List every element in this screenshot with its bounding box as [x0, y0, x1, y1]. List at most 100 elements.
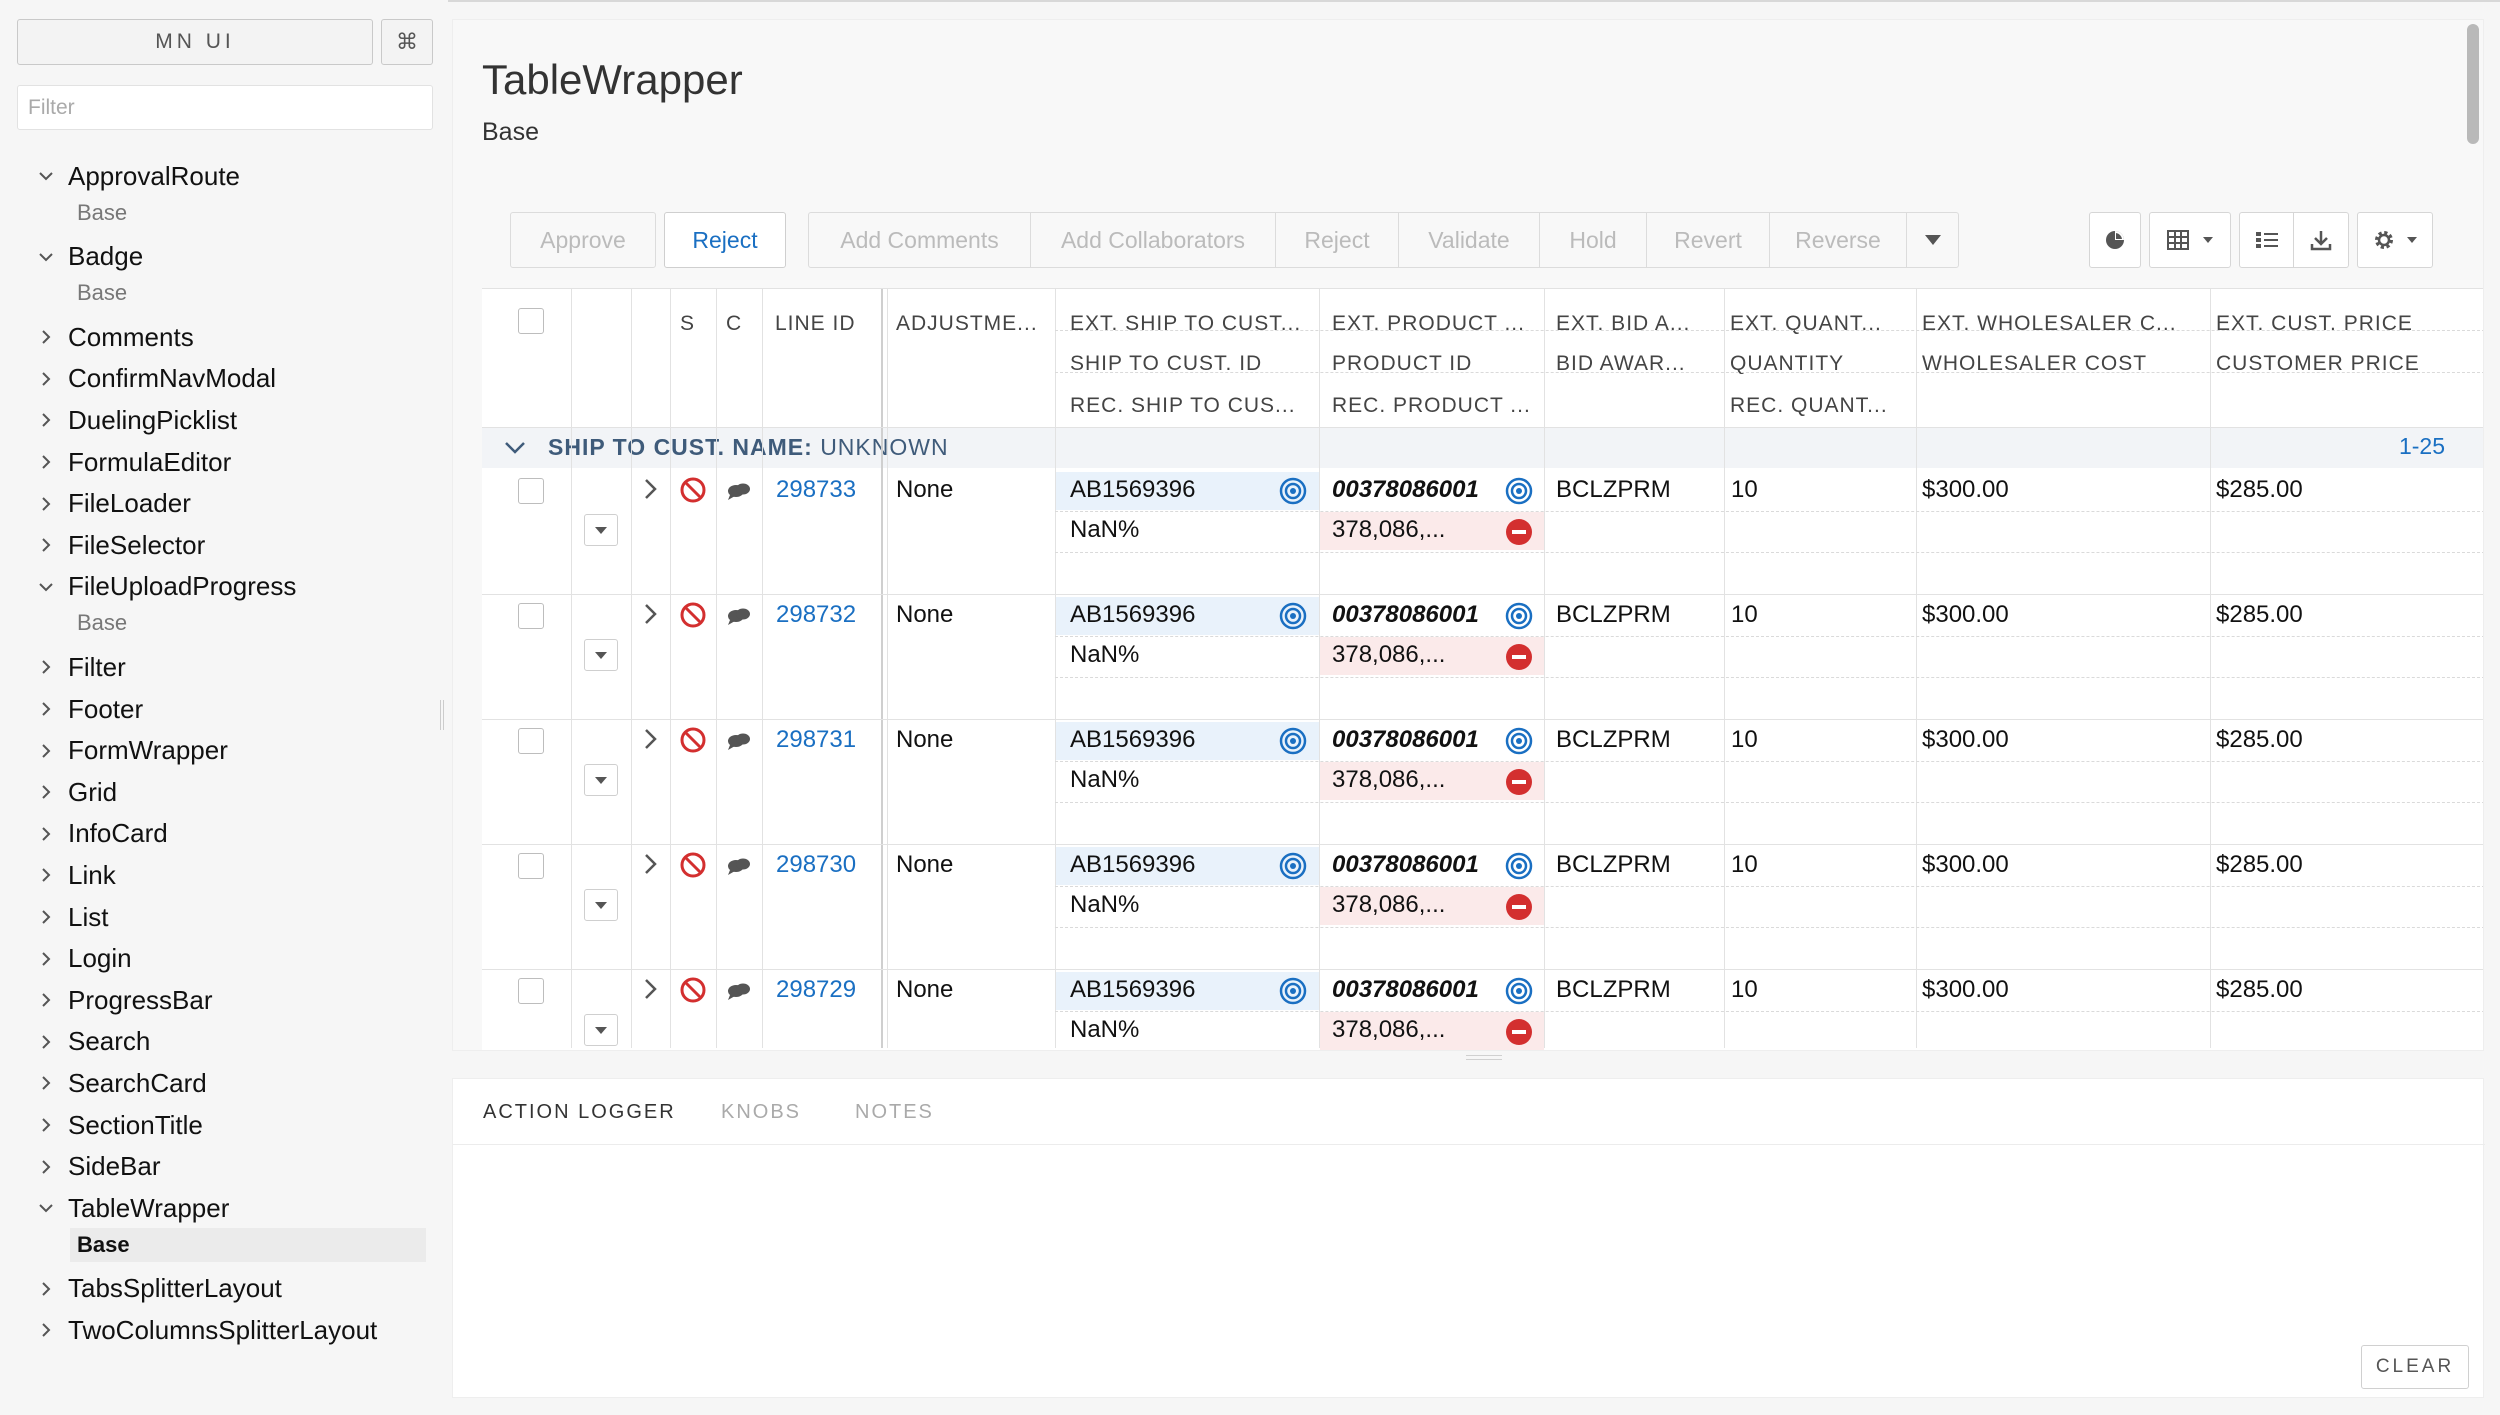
- row-checkbox[interactable]: [518, 478, 544, 504]
- line-id-link[interactable]: 298732: [776, 601, 856, 629]
- group-row[interactable]: SHIP TO CUST. NAME: UNKNOWN 1-25: [482, 428, 2483, 468]
- column-header-ext-quantity[interactable]: EXT. QUANT...: [1730, 312, 1920, 336]
- sidebar-title-button[interactable]: MN UI: [17, 19, 373, 65]
- pane-resize-handle[interactable]: [1466, 1055, 1502, 1060]
- approve-button[interactable]: Approve: [510, 212, 656, 268]
- chevron-right-icon[interactable]: [36, 369, 56, 389]
- sidebar-item-infocard[interactable]: InfoCard: [0, 815, 448, 853]
- sidebar-subitem-fileuploadprogress-base[interactable]: Base: [0, 605, 448, 641]
- sidebar-item-filter[interactable]: Filter: [0, 648, 448, 686]
- reverse-button[interactable]: Reverse: [1770, 213, 1907, 267]
- target-icon[interactable]: [1278, 601, 1308, 631]
- target-icon[interactable]: [1278, 726, 1308, 756]
- vertical-scrollbar[interactable]: [2467, 24, 2479, 144]
- chevron-right-icon[interactable]: [36, 907, 56, 927]
- table-row[interactable]: 298733 None AB1569396 NaN% 00378086001 378,08…: [482, 470, 2483, 595]
- chevron-right-icon[interactable]: [36, 824, 56, 844]
- target-icon[interactable]: [1278, 476, 1308, 506]
- chevron-right-icon[interactable]: [36, 1032, 56, 1052]
- table-row[interactable]: 298730 None AB1569396 NaN% 00378086001 378,08…: [482, 845, 2483, 970]
- table-columns-button[interactable]: [2149, 212, 2231, 268]
- chat-bubbles-icon[interactable]: [725, 978, 753, 1004]
- download-button[interactable]: [2294, 213, 2348, 267]
- chevron-right-icon[interactable]: [639, 476, 663, 502]
- row-checkbox[interactable]: [518, 853, 544, 879]
- column-header-rec-quantity[interactable]: REC. QUANT...: [1730, 394, 1920, 418]
- column-header-c[interactable]: C: [726, 312, 742, 336]
- column-header-ext-ship-to[interactable]: EXT. SHIP TO CUST...: [1070, 312, 1320, 336]
- column-header-ext-bid[interactable]: EXT. BID A...: [1556, 312, 1741, 336]
- chevron-right-icon[interactable]: [36, 990, 56, 1010]
- chevron-right-icon[interactable]: [36, 410, 56, 430]
- sidebar-item-progressbar[interactable]: ProgressBar: [0, 981, 448, 1019]
- no-entry-icon[interactable]: [679, 726, 707, 754]
- group-range[interactable]: 1-25: [2399, 433, 2445, 460]
- column-header-s[interactable]: S: [680, 312, 695, 336]
- sidebar-item-sectiontitle[interactable]: SectionTitle: [0, 1106, 448, 1144]
- chevron-right-icon[interactable]: [36, 327, 56, 347]
- column-header-adjustment[interactable]: ADJUSTME...: [896, 312, 1042, 336]
- line-id-link[interactable]: 298733: [776, 476, 856, 504]
- line-id-link[interactable]: 298730: [776, 851, 856, 879]
- tab-action-logger[interactable]: ACTION LOGGER: [483, 1101, 676, 1124]
- minus-circle-icon[interactable]: [1504, 892, 1534, 922]
- column-header-line-id[interactable]: LINE ID: [775, 312, 856, 336]
- no-entry-icon[interactable]: [679, 976, 707, 1004]
- sidebar-resize-handle[interactable]: [440, 700, 444, 730]
- keyboard-shortcut-button[interactable]: ⌘: [381, 19, 433, 65]
- target-icon[interactable]: [1278, 851, 1308, 881]
- chevron-down-icon[interactable]: [504, 440, 526, 456]
- column-header-ext-cust-price[interactable]: EXT. CUST. PRICE: [2216, 312, 2476, 336]
- no-entry-icon[interactable]: [679, 601, 707, 629]
- sidebar-item-search[interactable]: Search: [0, 1023, 448, 1061]
- chevron-right-icon[interactable]: [639, 601, 663, 627]
- tab-knobs[interactable]: KNOBS: [721, 1101, 801, 1124]
- sidebar-item-sidebar[interactable]: SideBar: [0, 1148, 448, 1186]
- minus-circle-icon[interactable]: [1504, 767, 1534, 797]
- chat-bubbles-icon[interactable]: [725, 728, 753, 754]
- target-icon[interactable]: [1504, 601, 1534, 631]
- tab-notes[interactable]: NOTES: [855, 1101, 934, 1124]
- chevron-right-icon[interactable]: [36, 1073, 56, 1093]
- sidebar-subitem-badge-base[interactable]: Base: [0, 275, 448, 311]
- chevron-down-icon[interactable]: [36, 1198, 56, 1218]
- chevron-down-icon[interactable]: [36, 577, 56, 597]
- table-row[interactable]: 298731 None AB1569396 NaN% 00378086001 378,08…: [482, 720, 2483, 845]
- more-actions-button[interactable]: [1907, 213, 1958, 267]
- table-row[interactable]: 298732 None AB1569396 NaN% 00378086001 378,08…: [482, 595, 2483, 720]
- validate-button[interactable]: Validate: [1399, 213, 1540, 267]
- row-checkbox[interactable]: [518, 603, 544, 629]
- column-header-ext-wholesaler[interactable]: EXT. WHOLESALER C...: [1922, 312, 2207, 336]
- row-checkbox[interactable]: [518, 728, 544, 754]
- row-menu-button[interactable]: [584, 889, 618, 921]
- minus-circle-icon[interactable]: [1504, 517, 1534, 547]
- chevron-right-icon[interactable]: [36, 535, 56, 555]
- chevron-right-icon[interactable]: [36, 865, 56, 885]
- sidebar-item-list[interactable]: List: [0, 898, 448, 936]
- target-icon[interactable]: [1504, 851, 1534, 881]
- chevron-right-icon[interactable]: [36, 1279, 56, 1299]
- sidebar-item-approvalroute[interactable]: ApprovalRoute: [0, 157, 448, 195]
- chevron-right-icon[interactable]: [36, 1157, 56, 1177]
- chevron-right-icon[interactable]: [36, 1115, 56, 1135]
- line-id-link[interactable]: 298731: [776, 726, 856, 754]
- column-header-rec-ship-to[interactable]: REC. SHIP TO CUS...: [1070, 394, 1320, 418]
- target-icon[interactable]: [1504, 476, 1534, 506]
- sidebar-item-formulaeditor[interactable]: FormulaEditor: [0, 443, 448, 481]
- bulk-reject-button[interactable]: Reject: [1276, 213, 1399, 267]
- line-id-link[interactable]: 298729: [776, 976, 856, 1004]
- sidebar-item-comments[interactable]: Comments: [0, 318, 448, 356]
- chevron-right-icon[interactable]: [36, 494, 56, 514]
- sidebar-item-badge[interactable]: Badge: [0, 238, 448, 276]
- chevron-right-icon[interactable]: [36, 741, 56, 761]
- chat-bubbles-icon[interactable]: [725, 478, 753, 504]
- chat-bubbles-icon[interactable]: [725, 603, 753, 629]
- settings-button[interactable]: [2357, 212, 2433, 268]
- chevron-right-icon[interactable]: [639, 726, 663, 752]
- sidebar-filter-input[interactable]: [17, 85, 433, 130]
- reject-button[interactable]: Reject: [664, 212, 786, 268]
- sidebar-item-grid[interactable]: Grid: [0, 773, 448, 811]
- sidebar-item-tabssplitterlayout[interactable]: TabsSplitterLayout: [0, 1270, 448, 1308]
- target-icon[interactable]: [1504, 726, 1534, 756]
- hold-button[interactable]: Hold: [1540, 213, 1647, 267]
